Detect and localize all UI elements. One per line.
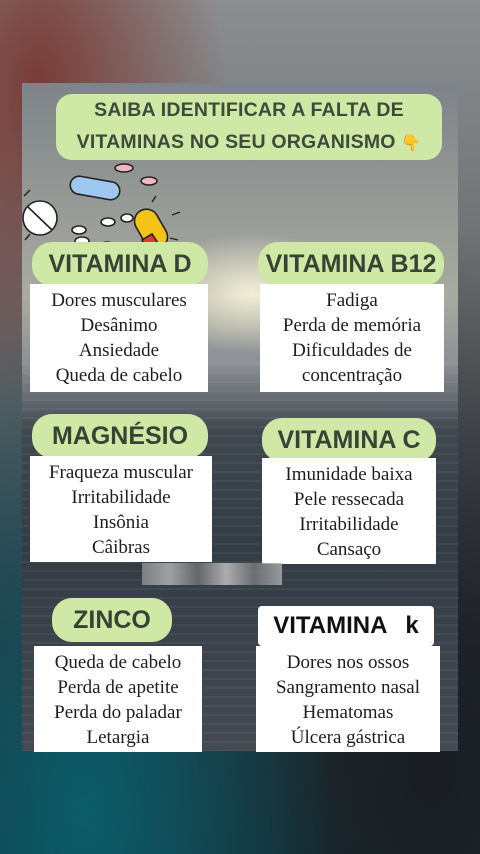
box-vitamina-c: Imunidade baixa Pele ressecada Irritabil… <box>262 458 436 564</box>
list-item: Perda de apetite <box>57 677 179 698</box>
list-item: Hematomas <box>302 702 394 723</box>
list-item: concentração <box>301 365 403 386</box>
list-item: Queda de cabelo <box>55 365 183 386</box>
list-item: Sangramento nasal <box>275 677 421 698</box>
title-line-1: SAIBA IDENTIFICAR A FALTA DE <box>94 99 404 121</box>
list-item: Imunidade baixa <box>285 464 413 485</box>
label-vitamina-k-suffix: k <box>405 612 419 639</box>
title-line-2: VITAMINAS NO SEU ORGANISMO 👇 <box>56 126 442 160</box>
infographic-title: SAIBA IDENTIFICAR A FALTA DE VITAMINAS N… <box>56 94 442 160</box>
pointing-down-icon: 👇 <box>401 135 422 152</box>
label-zinco: ZINCO <box>52 598 172 642</box>
list-item: Dificuldades de <box>292 340 412 361</box>
box-vitamina-k: Dores nos ossos Sangramento nasal Hemato… <box>256 646 440 752</box>
list-item: Fadiga <box>326 290 378 311</box>
list-item: Letargia <box>86 727 150 748</box>
list-item: Cansaço <box>316 539 382 560</box>
list-item: Dores nos ossos <box>286 652 410 673</box>
list-item: Queda de cabelo <box>54 652 182 673</box>
list-item: Irritabilidade <box>299 514 399 535</box>
title-line-2-text: VITAMINAS NO SEU ORGANISMO <box>76 131 396 153</box>
box-magnesio: Fraqueza muscular Irritabilidade Insônia… <box>30 456 212 562</box>
box-vitamina-b12: Fadiga Perda de memória Dificuldades de … <box>260 284 444 392</box>
list-item: Irritabilidade <box>71 487 171 508</box>
list-item: Câibras <box>91 537 151 558</box>
list-item: Ansiedade <box>78 340 160 361</box>
list-item: Úlcera gástrica <box>290 727 406 748</box>
label-magnesio: MAGNÉSIO <box>32 414 208 458</box>
list-item: Perda do paladar <box>54 702 182 723</box>
label-vitamina-k: VITAMINA k <box>258 606 434 646</box>
list-item: Pele ressecada <box>293 489 405 510</box>
list-item: Dores musculares <box>51 290 187 311</box>
list-item: Insônia <box>93 512 149 533</box>
label-vitamina-k-text: VITAMINA <box>273 612 388 639</box>
box-vitamina-d: Dores musculares Desânimo Ansiedade Qued… <box>30 284 208 392</box>
list-item: Perda de memória <box>282 315 422 336</box>
label-vitamina-d: VITAMINA D <box>32 242 208 286</box>
label-vitamina-c: VITAMINA C <box>262 418 436 462</box>
list-item: Fraqueza muscular <box>48 462 194 483</box>
label-vitamina-b12: VITAMINA B12 <box>258 242 444 286</box>
blurred-watermark <box>142 563 282 585</box>
list-item: Desânimo <box>80 315 158 336</box>
box-zinco: Queda de cabelo Perda de apetite Perda d… <box>34 646 202 752</box>
